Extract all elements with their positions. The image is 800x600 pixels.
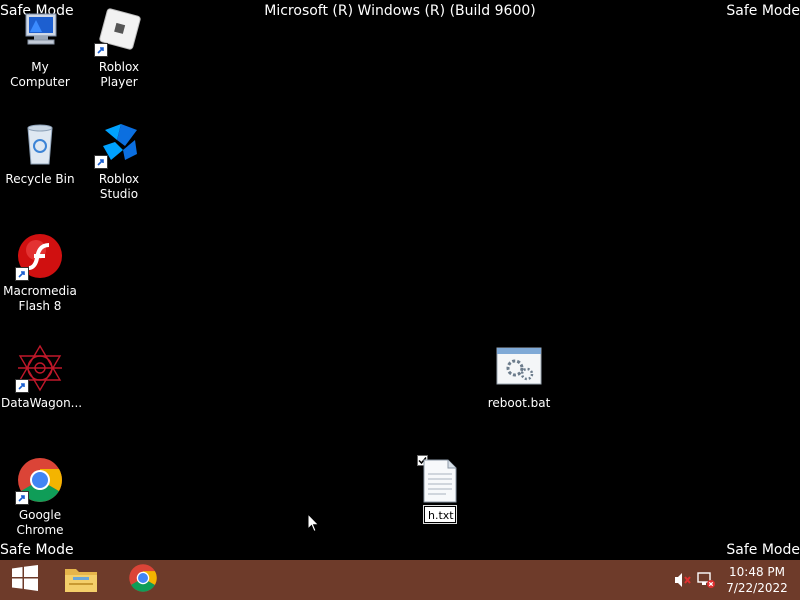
rename-input-value: h.txt	[428, 509, 454, 522]
taskbar-chrome-button[interactable]	[118, 560, 168, 600]
clock-time: 10:48 PM	[729, 565, 785, 579]
icon-label: Google Chrome	[16, 508, 64, 537]
roblox-player-icon	[94, 8, 143, 57]
rename-input[interactable]: h.txt	[424, 506, 456, 539]
desktop-icon-my-computer[interactable]: My Computer	[1, 8, 79, 90]
icon-label: Roblox Player	[98, 60, 140, 89]
safe-mode-label-bottom-left: Safe Mode	[0, 542, 74, 558]
taskbar-clock[interactable]: 10:48 PM 7/22/2022	[724, 564, 790, 596]
mouse-pointer-icon	[307, 512, 320, 537]
clock-date: 7/22/2022	[726, 581, 788, 595]
desktop-icon-roblox-studio[interactable]: Roblox Studio	[80, 120, 158, 202]
icon-label: Roblox Studio	[98, 172, 140, 201]
taskbar-file-explorer-button[interactable]	[56, 560, 106, 600]
flash-icon	[15, 232, 64, 281]
safe-mode-label-bottom-right: Safe Mode	[726, 542, 800, 558]
shortcut-arrow-icon	[15, 491, 29, 505]
taskbar: 10:48 PM 7/22/2022	[0, 560, 800, 600]
shortcut-arrow-icon	[15, 267, 29, 281]
icon-label: Recycle Bin	[5, 172, 75, 186]
icon-label: My Computer	[10, 60, 70, 89]
network-disconnected-icon[interactable]	[697, 572, 715, 588]
chrome-icon	[15, 456, 64, 505]
recycle-bin-icon	[16, 120, 64, 168]
icon-label: reboot.bat	[487, 396, 551, 410]
shortcut-arrow-icon	[94, 43, 108, 57]
icon-label: DataWagon...	[1, 396, 83, 410]
desktop-icon-datawagon[interactable]: DataWagon...	[1, 344, 83, 411]
start-icon	[12, 565, 38, 595]
text-file-icon[interactable]	[422, 458, 458, 504]
desktop-icon-roblox-player[interactable]: Roblox Player	[80, 8, 158, 90]
desktop-icon-macromedia-flash[interactable]: Macromedia Flash 8	[1, 232, 79, 314]
volume-muted-icon[interactable]	[674, 572, 692, 588]
safe-mode-label-top-right: Safe Mode	[726, 3, 800, 19]
icon-label: Macromedia Flash 8	[3, 284, 77, 313]
file-explorer-icon	[64, 563, 98, 597]
chrome-icon	[128, 563, 158, 597]
shortcut-arrow-icon	[94, 155, 108, 169]
roblox-studio-icon	[94, 120, 143, 169]
computer-icon	[16, 8, 64, 56]
desktop-icon-reboot-bat[interactable]: reboot.bat	[480, 344, 558, 411]
desktop-icon-google-chrome[interactable]: Google Chrome	[1, 456, 79, 538]
desktop-icon-recycle-bin[interactable]: Recycle Bin	[1, 120, 79, 187]
start-button[interactable]	[0, 560, 50, 600]
datawagon-icon	[15, 344, 64, 393]
text-caret	[429, 527, 430, 539]
batch-file-icon	[495, 344, 543, 392]
shortcut-arrow-icon	[15, 379, 29, 393]
